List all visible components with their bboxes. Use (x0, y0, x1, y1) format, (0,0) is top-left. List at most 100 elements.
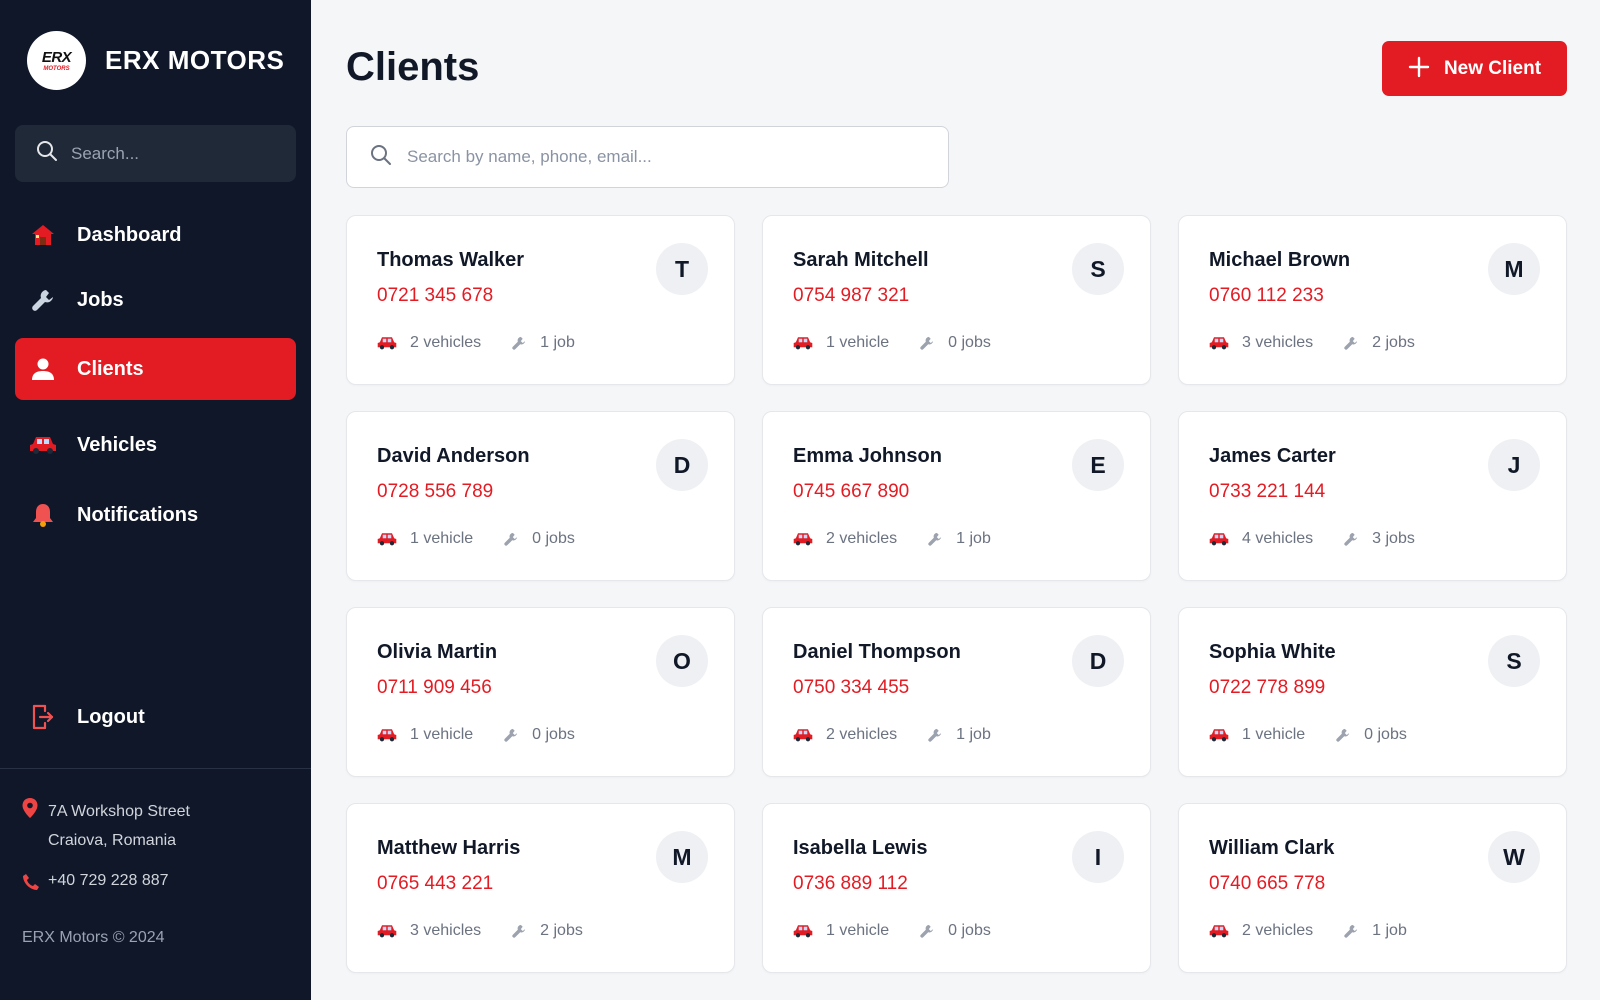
job-count-text: 0 jobs (948, 922, 991, 939)
wrench-icon (927, 531, 943, 547)
client-card[interactable]: Emma Johnson 0745 667 890 E 2 vehicles 1… (762, 411, 1151, 581)
client-meta: 3 vehicles 2 jobs (377, 922, 613, 940)
client-card[interactable]: Sophia White 0722 778 899 S 1 vehicle 0 … (1178, 607, 1567, 777)
client-card[interactable]: Olivia Martin 0711 909 456 O 1 vehicle 0… (346, 607, 735, 777)
client-phone[interactable]: 0736 889 112 (793, 873, 908, 895)
wrench-icon (1343, 531, 1359, 547)
avatar: E (1072, 439, 1124, 491)
client-card[interactable]: Sarah Mitchell 0754 987 321 S 1 vehicle … (762, 215, 1151, 385)
page-title: Clients (346, 45, 480, 89)
vehicle-count-text: 2 vehicles (410, 334, 482, 351)
new-client-button[interactable]: New Client (1382, 41, 1567, 96)
client-meta: 2 vehicles 1 job (1209, 922, 1437, 940)
job-count: 3 jobs (1343, 530, 1415, 548)
car-icon (1209, 727, 1229, 743)
sidebar-item-label: Jobs (77, 288, 124, 311)
client-search (346, 126, 949, 188)
search-icon (35, 139, 59, 168)
sidebar-item-dashboard[interactable]: Dashboard (15, 204, 296, 266)
client-meta: 4 vehicles 3 jobs (1209, 530, 1445, 548)
sidebar-divider (0, 768, 311, 769)
client-grid: Thomas Walker 0721 345 678 T 2 vehicles … (346, 215, 1567, 973)
sidebar-item-clients[interactable]: Clients (15, 338, 296, 400)
client-name: Sarah Mitchell (793, 249, 929, 271)
avatar: J (1488, 439, 1540, 491)
phone-number[interactable]: +40 729 228 887 (48, 872, 169, 890)
phone-icon (22, 873, 42, 896)
logout-button[interactable]: Logout (15, 686, 296, 748)
client-card[interactable]: James Carter 0733 221 144 J 4 vehicles 3… (1178, 411, 1567, 581)
client-card[interactable]: David Anderson 0728 556 789 D 1 vehicle … (346, 411, 735, 581)
job-count: 1 job (511, 334, 575, 352)
job-count: 2 jobs (1343, 334, 1415, 352)
client-phone[interactable]: 0721 345 678 (377, 285, 493, 307)
sidebar-search-input[interactable] (71, 143, 271, 164)
new-client-label: New Client (1443, 57, 1542, 79)
brand-name: ERX MOTORS (105, 45, 284, 76)
client-meta: 1 vehicle 0 jobs (793, 922, 1021, 940)
avatar: W (1488, 831, 1540, 883)
sidebar-item-label: Notifications (77, 503, 199, 526)
vehicle-count: 1 vehicle (793, 334, 889, 352)
location-pin-icon (22, 798, 42, 828)
sidebar-item-label: Vehicles (77, 433, 158, 456)
vehicle-count-text: 2 vehicles (826, 530, 898, 547)
client-search-input[interactable] (407, 147, 907, 167)
client-card[interactable]: Daniel Thompson 0750 334 455 D 2 vehicle… (762, 607, 1151, 777)
client-card[interactable]: William Clark 0740 665 778 W 2 vehicles … (1178, 803, 1567, 973)
vehicle-count-text: 1 vehicle (410, 726, 474, 743)
client-phone[interactable]: 0750 334 455 (793, 677, 909, 699)
client-phone[interactable]: 0728 556 789 (377, 481, 493, 503)
client-card[interactable]: Thomas Walker 0721 345 678 T 2 vehicles … (346, 215, 735, 385)
client-card[interactable]: Michael Brown 0760 112 233 M 3 vehicles … (1178, 215, 1567, 385)
job-count: 0 jobs (503, 530, 575, 548)
job-count: 0 jobs (1335, 726, 1407, 744)
job-count: 0 jobs (919, 334, 991, 352)
vehicle-count: 1 vehicle (377, 726, 473, 744)
sidebar-item-vehicles[interactable]: Vehicles (15, 414, 296, 476)
logo-subtext: MOTORS (43, 65, 70, 72)
sidebar-item-jobs[interactable]: Jobs (15, 269, 296, 331)
client-phone[interactable]: 0760 112 233 (1209, 285, 1324, 307)
sidebar-item-label: Dashboard (77, 223, 182, 246)
workshop-address: 7A Workshop Street Craiova, Romania (22, 797, 190, 855)
car-icon (793, 923, 813, 939)
wrench-icon (927, 727, 943, 743)
job-count: 2 jobs (511, 922, 583, 940)
client-phone[interactable]: 0745 667 890 (793, 481, 909, 503)
client-phone[interactable]: 0740 665 778 (1209, 873, 1325, 895)
job-count-text: 2 jobs (1372, 334, 1415, 351)
client-phone[interactable]: 0733 221 144 (1209, 481, 1325, 503)
sidebar-item-notifications[interactable]: Notifications (15, 484, 296, 546)
job-count-text: 0 jobs (1364, 726, 1407, 743)
vehicle-count-text: 3 vehicles (410, 922, 482, 939)
wrench-icon (503, 531, 519, 547)
job-count-text: 2 jobs (540, 922, 583, 939)
client-name: Matthew Harris (377, 837, 521, 859)
client-meta: 2 vehicles 1 job (793, 530, 1021, 548)
vehicle-count: 2 vehicles (1209, 922, 1313, 940)
vehicle-count-text: 3 vehicles (1242, 334, 1314, 351)
vehicle-count: 1 vehicle (377, 530, 473, 548)
client-phone[interactable]: 0711 909 456 (377, 677, 492, 699)
avatar: M (656, 831, 708, 883)
client-phone[interactable]: 0765 443 221 (377, 873, 493, 895)
brand-name-part2: MOTORS (167, 45, 285, 75)
workshop-phone: +40 729 228 887 (22, 872, 169, 896)
client-card[interactable]: Isabella Lewis 0736 889 112 I 1 vehicle … (762, 803, 1151, 973)
wrench-icon (503, 727, 519, 743)
brand[interactable]: ERX MOTORS ERX MOTORS (27, 31, 284, 90)
user-icon (29, 355, 57, 383)
client-phone[interactable]: 0754 987 321 (793, 285, 909, 307)
car-icon (377, 727, 397, 743)
client-phone[interactable]: 0722 778 899 (1209, 677, 1325, 699)
logo-text: ERX (41, 48, 72, 66)
client-meta: 1 vehicle 0 jobs (377, 530, 605, 548)
client-meta: 1 vehicle 0 jobs (1209, 726, 1437, 744)
client-name: Emma Johnson (793, 445, 942, 467)
client-card[interactable]: Matthew Harris 0765 443 221 M 3 vehicles… (346, 803, 735, 973)
job-count-text: 0 jobs (948, 334, 991, 351)
logout-label: Logout (77, 705, 145, 728)
job-count: 0 jobs (919, 922, 991, 940)
job-count-text: 1 job (956, 726, 991, 743)
